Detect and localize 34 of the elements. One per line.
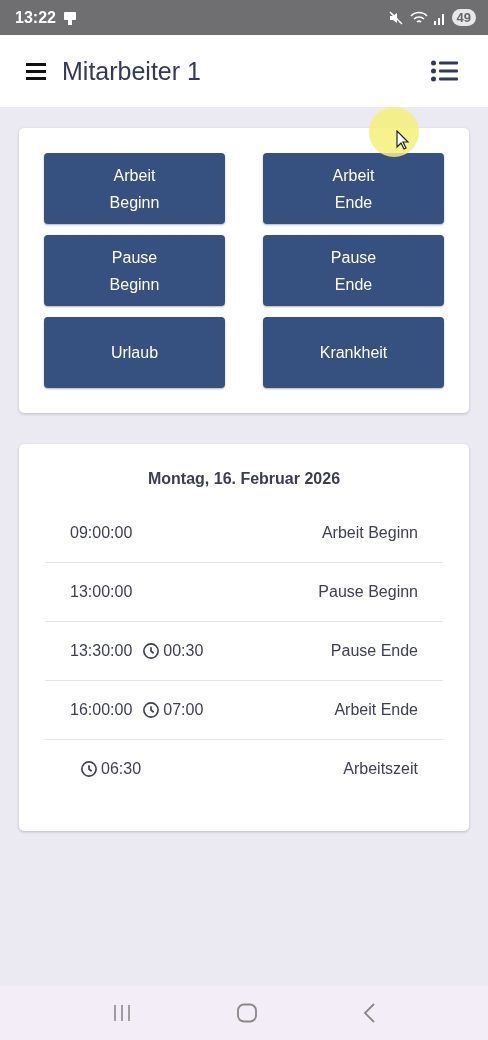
menu-icon[interactable] <box>26 62 48 80</box>
action-button[interactable]: Urlaub <box>44 317 225 388</box>
action-button[interactable]: Pause Ende <box>263 235 444 306</box>
battery-level: 49 <box>451 9 476 26</box>
entry-label: Arbeit Beginn <box>321 524 418 542</box>
page-title: Mitarbeiter 1 <box>62 56 202 86</box>
list-icon[interactable] <box>431 60 458 82</box>
entry-duration: 06:30 <box>101 760 142 778</box>
notification-icon <box>61 9 78 26</box>
recent-apps-icon[interactable] <box>112 1004 132 1022</box>
home-icon[interactable] <box>236 1003 258 1023</box>
action-button[interactable]: Arbeit Ende <box>263 153 444 224</box>
clock-icon <box>142 642 161 660</box>
entry-label: Arbeit Ende <box>334 701 418 719</box>
wifi-icon <box>409 9 428 26</box>
entry-duration: 00:30 <box>163 642 204 660</box>
back-icon[interactable] <box>362 1003 376 1023</box>
entry-time: 16:00:00 <box>70 701 133 719</box>
entry-time: 13:30:00 <box>70 642 133 660</box>
status-time: 13:22 <box>15 8 56 27</box>
entry-label: Pause Beginn <box>318 583 418 601</box>
action-button[interactable]: Krankheit <box>263 317 444 388</box>
mute-icon <box>387 9 404 26</box>
entry-time: 13:00:00 <box>70 583 133 601</box>
entry-time: 09:00:00 <box>70 524 133 542</box>
clock-icon <box>80 760 98 778</box>
action-button[interactable]: Pause Beginn <box>44 235 225 306</box>
pointer-icon <box>396 130 410 150</box>
entry-label: Pause Ende <box>330 642 418 660</box>
action-button[interactable]: Arbeit Beginn <box>44 153 225 224</box>
day-date: Montag, 16. Februar 2026 <box>146 469 342 489</box>
entry-duration: 07:00 <box>163 701 204 719</box>
clock-icon <box>142 701 161 719</box>
entry-label: Arbeitszeit <box>343 760 418 778</box>
